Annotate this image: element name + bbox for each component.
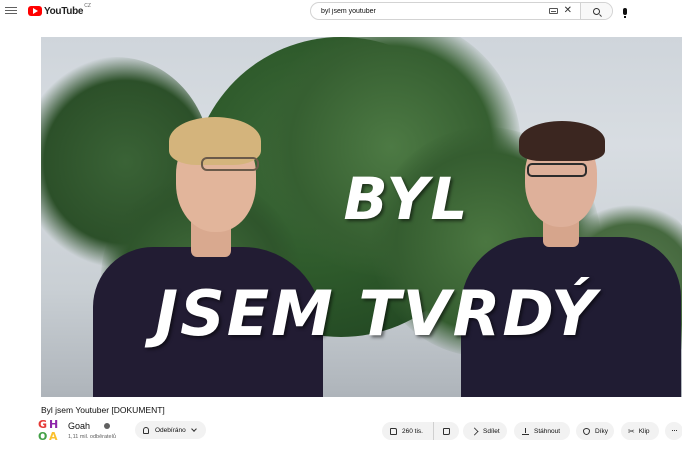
thanks-button[interactable]: Díky xyxy=(576,422,614,440)
search-button[interactable] xyxy=(580,3,612,19)
thanks-icon xyxy=(583,427,590,435)
avatar-letter: G xyxy=(38,418,48,431)
thumbnail-title-line-2: JSEM TVRDÝ xyxy=(155,277,598,350)
video-title: Byl jsem Youtuber [DOKUMENT] xyxy=(41,405,165,415)
download-icon xyxy=(522,427,529,435)
youtube-logo[interactable]: YouTube CZ xyxy=(28,3,91,18)
like-count: 260 tis. xyxy=(402,427,423,435)
mic-icon xyxy=(623,7,627,18)
share-label: Sdílet xyxy=(483,427,500,435)
search-input[interactable] xyxy=(311,3,549,19)
channel-avatar[interactable]: G H O A xyxy=(38,419,62,443)
subscribe-button[interactable]: Odebíráno xyxy=(135,421,206,439)
logo-country-code: CZ xyxy=(84,3,91,9)
thumb-down-icon xyxy=(443,427,450,435)
avatar-letter: O xyxy=(38,430,48,443)
video-player[interactable]: BYL JSEM TVRDÝ xyxy=(41,37,682,397)
masthead: YouTube CZ ✕ xyxy=(0,0,682,24)
channel-name[interactable]: Goah xyxy=(68,421,90,431)
menu-icon[interactable] xyxy=(5,5,17,17)
verified-icon xyxy=(104,423,110,429)
clip-button[interactable]: ✂ Klip xyxy=(621,422,659,440)
more-actions-button[interactable]: ··· xyxy=(665,422,682,440)
share-icon xyxy=(470,427,479,435)
search-icon xyxy=(593,7,600,15)
clear-icon[interactable]: ✕ xyxy=(564,6,572,16)
avatar-letter: A xyxy=(49,430,58,443)
owner-row: G H O A Goah 1,11 mil. odběratelů Odebír… xyxy=(38,419,682,445)
thumbnail-person-right-hair xyxy=(519,121,605,161)
download-button[interactable]: Stáhnout xyxy=(514,422,570,440)
search-box: ✕ xyxy=(310,2,613,20)
logo-text: YouTube xyxy=(44,5,84,17)
subscriber-count: 1,11 mil. odběratelů xyxy=(68,434,116,440)
more-icon: ··· xyxy=(671,424,678,435)
subscribe-label: Odebíráno xyxy=(155,426,186,434)
like-dislike-group: 260 tis. xyxy=(382,422,459,440)
clip-label: Klip xyxy=(638,427,650,435)
download-label: Stáhnout xyxy=(534,427,561,435)
dislike-button[interactable] xyxy=(434,422,459,440)
bell-icon xyxy=(143,426,149,434)
thanks-label: Díky xyxy=(595,427,608,435)
thumb-up-icon xyxy=(390,427,397,435)
chevron-down-icon xyxy=(190,426,197,432)
youtube-logo-icon xyxy=(28,6,42,16)
keyboard-icon[interactable] xyxy=(548,8,558,14)
like-button[interactable]: 260 tis. xyxy=(382,422,434,440)
avatar-letter: H xyxy=(49,418,59,431)
scissors-icon: ✂ xyxy=(628,426,635,436)
thumbnail-title-line-1: BYL xyxy=(343,165,470,233)
voice-search-button[interactable] xyxy=(619,4,631,18)
share-button[interactable]: Sdílet xyxy=(463,422,507,440)
